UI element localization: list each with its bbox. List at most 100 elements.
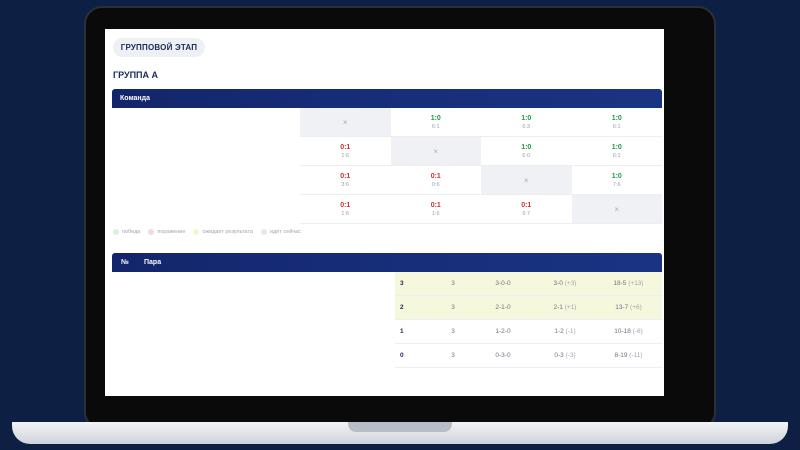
match-score: 1:0 — [611, 172, 622, 180]
games-value: 8-19 — [614, 352, 628, 359]
legend-item: поражение — [148, 229, 185, 235]
match-games: 6:7 — [522, 210, 531, 217]
pair-column-header: Пара — [144, 259, 162, 266]
legend: победа поражение ожидает результата идёт се… — [113, 229, 301, 235]
matches-value: 3-0 — [553, 280, 563, 287]
results-matrix: × 1:0 6:1 1:0 6:3 1:0 6:1 0:1 1:6 × 1:0 6:0 1:0 6:1 0:… — [300, 108, 662, 224]
match-games: 6:3 — [522, 123, 531, 130]
matrix-row: × 1:0 6:1 1:0 6:3 1:0 6:1 — [300, 108, 662, 137]
cross-icon: × — [614, 204, 620, 214]
matches-diff: (-1) — [565, 328, 576, 335]
num-column-header: № — [121, 259, 129, 266]
match-games: 6:1 — [612, 123, 621, 130]
standings-header-bar: № Пара — [112, 253, 662, 272]
stage-tab-group[interactable]: ГРУППОВОЙ ЭТАП — [113, 38, 205, 57]
legend-label: идёт сейчас — [270, 229, 301, 235]
matrix-row: 0:1 1:6 0:1 1:6 0:1 6:7 × — [300, 195, 662, 224]
matrix-self-cell: × — [390, 137, 481, 165]
games-value: 10-18 — [614, 328, 631, 335]
legend-item: победа — [113, 229, 140, 235]
matrix-cell: 1:0 6:3 — [481, 108, 572, 136]
standings-table: 3 3 3-0-0 3-0 (+3) 18-5 (+13) 2 3 2-1-0 2-1 (+1)… — [395, 272, 662, 368]
matrix-cell: 0:1 1:6 — [300, 195, 391, 223]
matches-diff: (+3) — [564, 280, 577, 287]
points-cell: 3 — [400, 280, 404, 287]
group-title: ГРУППА А — [113, 70, 159, 80]
wdl-cell: 2-1-0 — [495, 304, 511, 311]
cross-icon: × — [523, 175, 529, 185]
matrix-self-cell: × — [481, 166, 572, 194]
matches-cell: 0-3 (-3) — [535, 352, 595, 359]
matrix-cell: 1:0 6:1 — [391, 108, 482, 136]
match-score: 1:0 — [430, 114, 441, 122]
match-games: 7:6 — [612, 181, 621, 188]
matrix-cell: 0:1 1:6 — [300, 137, 391, 165]
wdl-cell: 0-3-0 — [495, 352, 511, 359]
match-score: 0:1 — [340, 201, 351, 209]
match-games: 6:0 — [522, 152, 531, 159]
legend-dot-icon — [148, 229, 155, 235]
standings-row: 2 3 2-1-0 2-1 (+1) 13-7 (+6) — [395, 296, 662, 320]
points-cell: 0 — [400, 352, 404, 359]
match-score: 0:1 — [430, 172, 441, 180]
match-score: 0:1 — [340, 143, 351, 151]
games-cell: 18-5 (+13) — [595, 280, 662, 287]
legend-item: идёт сейчас — [261, 229, 301, 235]
matches-value: 2-1 — [553, 304, 563, 311]
legend-dot-icon — [193, 229, 200, 235]
match-games: 0:6 — [431, 181, 440, 188]
match-score: 1:0 — [521, 114, 532, 122]
played-cell: 3 — [451, 304, 455, 311]
played-cell: 3 — [451, 352, 455, 359]
games-diff: (-8) — [632, 328, 643, 335]
matrix-cell: 0:1 0:6 — [391, 166, 482, 194]
games-cell: 13-7 (+6) — [595, 304, 662, 311]
games-cell: 8-19 (-11) — [595, 352, 662, 359]
games-value: 18-5 — [613, 280, 627, 287]
points-cell: 2 — [400, 304, 404, 311]
played-cell: 3 — [451, 280, 455, 287]
matrix-cell: 0:1 6:7 — [481, 195, 572, 223]
matches-cell: 2-1 (+1) — [535, 304, 595, 311]
cross-icon: × — [342, 117, 348, 127]
match-games: 1:6 — [341, 210, 350, 217]
match-score: 0:1 — [340, 172, 351, 180]
match-score: 1:0 — [611, 143, 622, 151]
matrix-self-cell: × — [300, 108, 391, 136]
games-diff: (+6) — [630, 304, 642, 311]
match-games: 6:1 — [612, 152, 621, 159]
match-score: 0:1 — [430, 201, 441, 209]
match-games: 6:1 — [431, 123, 440, 130]
wdl-cell: 3-0-0 — [495, 280, 511, 287]
legend-dot-icon — [261, 229, 267, 235]
matrix-self-cell: × — [571, 195, 662, 223]
matches-cell: 1-2 (-1) — [535, 328, 595, 335]
matrix-cell: 1:0 6:0 — [481, 137, 572, 165]
games-value: 13-7 — [615, 304, 629, 311]
matches-value: 1-2 — [554, 328, 564, 335]
standings-row: 1 3 1-2-0 1-2 (-1) 10-18 (-8) — [395, 320, 662, 344]
played-cell: 3 — [451, 328, 455, 335]
matrix-header-bar: Команда — [112, 89, 662, 108]
standings-row: 0 3 0-3-0 0-3 (-3) 8-19 (-11) — [395, 344, 662, 368]
matrix-cell: 1:0 6:1 — [572, 108, 663, 136]
cross-icon: × — [433, 146, 439, 156]
match-games: 1:6 — [341, 152, 350, 159]
legend-label: ожидает результата — [202, 229, 253, 235]
team-column-header: Команда — [120, 95, 150, 102]
match-score: 0:1 — [521, 201, 532, 209]
matrix-row: 0:1 3:6 0:1 0:6 × 1:0 7:6 — [300, 166, 662, 195]
legend-dot-icon — [113, 229, 119, 235]
matrix-cell: 0:1 3:6 — [300, 166, 391, 194]
legend-item: ожидает результата — [193, 229, 253, 235]
matches-cell: 3-0 (+3) — [535, 280, 595, 287]
legend-label: поражение — [157, 229, 186, 235]
matches-value: 0-3 — [554, 352, 564, 359]
match-games: 1:6 — [431, 210, 440, 217]
match-score: 1:0 — [611, 114, 622, 122]
matrix-cell: 1:0 6:1 — [572, 137, 663, 165]
wdl-cell: 1-2-0 — [495, 328, 511, 335]
matrix-row: 0:1 1:6 × 1:0 6:0 1:0 6:1 — [300, 137, 662, 166]
matches-diff: (+1) — [564, 304, 577, 311]
matrix-cell: 1:0 7:6 — [572, 166, 663, 194]
